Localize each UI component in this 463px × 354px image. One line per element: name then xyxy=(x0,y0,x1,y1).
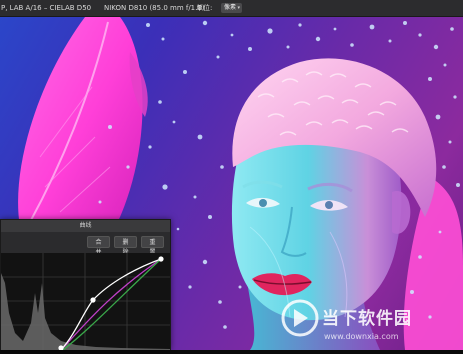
watermark-url: www.downxia.com xyxy=(324,332,399,341)
reset-button[interactable]: 重置 xyxy=(141,236,164,256)
top-info-bar: P, LAB A/16 – CIELAB D50 NIKON D810 (85.… xyxy=(0,0,463,17)
curve-point xyxy=(158,256,164,262)
merge-button[interactable]: 合并 xyxy=(87,236,110,256)
site-watermark: 当下软件园 www.downxia.com xyxy=(280,298,463,350)
green-curve xyxy=(62,258,162,351)
camera-info-label: NIKON D810 (85.0 mm f/1.8) xyxy=(104,4,205,12)
color-mode-label: P, LAB A/16 – CIELAB D50 xyxy=(1,4,92,12)
watermark-name: 当下软件园 xyxy=(322,309,412,329)
curves-graph[interactable] xyxy=(1,253,170,351)
curves-panel: 曲线 合并 删除 重置 xyxy=(0,219,171,351)
unit-dropdown[interactable]: 像素 ▾ xyxy=(221,3,242,13)
curve-point xyxy=(90,297,96,303)
unit-label: 单位: xyxy=(196,4,213,12)
delete-button[interactable]: 删除 xyxy=(114,236,137,256)
unit-value: 像素 xyxy=(224,4,237,11)
watermark-logo-icon xyxy=(281,299,319,337)
chevron-down-icon: ▾ xyxy=(237,5,240,11)
curves-panel-title[interactable]: 曲线 xyxy=(1,220,170,232)
curves-plot xyxy=(1,253,170,351)
